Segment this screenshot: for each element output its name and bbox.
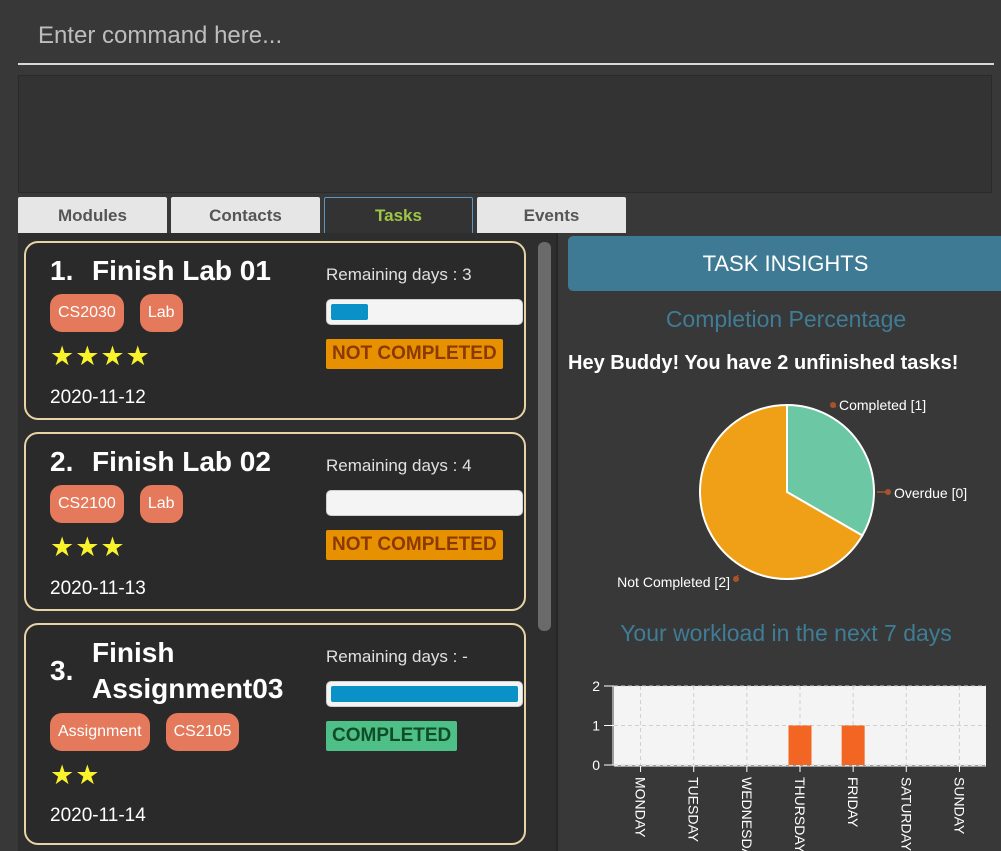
insights-header: TASK INSIGHTS: [568, 236, 1001, 291]
remaining-days: Remaining days : 4: [326, 456, 472, 475]
task-date: 2020-11-13: [50, 578, 146, 599]
x-tick-label: FRIDAY: [845, 777, 861, 828]
status-badge: NOT COMPLETED: [326, 530, 503, 560]
completion-title: Completion Percentage: [665, 306, 907, 332]
task-date: 2020-11-12: [50, 387, 146, 408]
x-tick-label: MONDAY: [633, 777, 649, 838]
x-tick-label: SATURDAY: [898, 777, 914, 851]
progress-bar: [326, 681, 523, 707]
command-box: [18, 10, 994, 65]
tab-modules[interactable]: Modules: [18, 197, 167, 233]
status-badge: NOT COMPLETED: [326, 339, 503, 369]
y-tick-label: 0: [592, 757, 600, 773]
task-title-line: Assignment03: [92, 673, 284, 704]
task-number: 2.: [50, 446, 74, 477]
result-display: [18, 75, 992, 193]
task-tags: CS2100 Lab: [50, 485, 183, 523]
task-tag: Lab: [139, 485, 183, 523]
task-number: 1.: [50, 255, 74, 286]
unfinished-summary: Hey Buddy! You have 2 unfinished tasks!: [568, 352, 959, 374]
task-card[interactable]: 1. Finish Lab 01 CS2030 Lab ★★★★ 2020-11…: [24, 241, 526, 420]
tab-bar: Modules Contacts Tasks Events: [18, 197, 630, 233]
workload-bar: [788, 725, 812, 765]
workload-bar-chart: 0 1 2 MONDAY TUESDAY WEDNESDAY THURSDAY FRIDAY S…: [592, 678, 986, 851]
status-badge: COMPLETED: [326, 721, 458, 751]
tab-contacts[interactable]: Contacts: [171, 197, 320, 233]
progress-bar: [326, 490, 523, 516]
progress-fill: [331, 304, 368, 320]
priority-stars: ★★★: [50, 532, 126, 562]
y-tick-label: 2: [592, 678, 600, 694]
task-tag: CS2030: [50, 294, 124, 332]
task-tag: Assignment: [50, 713, 150, 751]
pie-leader-dot: [830, 402, 836, 408]
completion-pie-chart: Completed [1] Overdue [0] Not Completed [2…: [617, 397, 967, 590]
remaining-days: Remaining days : -: [326, 647, 468, 666]
task-date: 2020-11-14: [50, 805, 146, 826]
remaining-days: Remaining days : 3: [326, 265, 472, 284]
task-tags: CS2030 Lab: [50, 294, 183, 332]
task-card[interactable]: 3. Finish Assignment03 Assignment CS2105…: [24, 623, 526, 845]
y-tick-label: 1: [592, 718, 600, 734]
priority-stars: ★★: [50, 760, 101, 790]
command-input[interactable]: [18, 10, 994, 62]
task-title: Finish Assignment03: [92, 635, 283, 707]
progress-fill: [331, 686, 518, 702]
workload-bar: [841, 725, 865, 765]
pie-label: Overdue [0]: [894, 485, 967, 501]
x-tick-label: WEDNESDAY: [739, 777, 755, 851]
pie-leader-dot: [733, 576, 739, 582]
task-tags: Assignment CS2105: [50, 713, 240, 751]
task-tag: CS2100: [50, 485, 124, 523]
tab-events[interactable]: Events: [477, 197, 626, 233]
pie-leader-dot: [885, 489, 891, 495]
priority-stars: ★★★★: [50, 341, 151, 371]
x-tick-label: TUESDAY: [686, 777, 702, 843]
progress-bar: [326, 299, 523, 325]
x-tick-label: THURSDAY: [792, 777, 808, 851]
task-card[interactable]: 2. Finish Lab 02 CS2100 Lab ★★★ 2020-11-…: [24, 432, 526, 611]
pie-label: Not Completed [2]: [617, 574, 730, 590]
task-title: Finish Lab 01: [92, 255, 271, 286]
tab-tasks[interactable]: Tasks: [324, 197, 473, 233]
task-number: 3.: [50, 655, 74, 686]
task-tag: Lab: [139, 294, 183, 332]
task-title: Finish Lab 02: [92, 446, 271, 477]
workload-title: Your workload in the next 7 days: [620, 620, 952, 646]
x-tick-label: SUNDAY: [951, 777, 967, 835]
task-list-scrollbar[interactable]: [538, 242, 551, 631]
task-tag: CS2105: [165, 713, 240, 751]
task-title-line: Finish: [92, 637, 175, 668]
pie-label: Completed [1]: [839, 397, 926, 413]
